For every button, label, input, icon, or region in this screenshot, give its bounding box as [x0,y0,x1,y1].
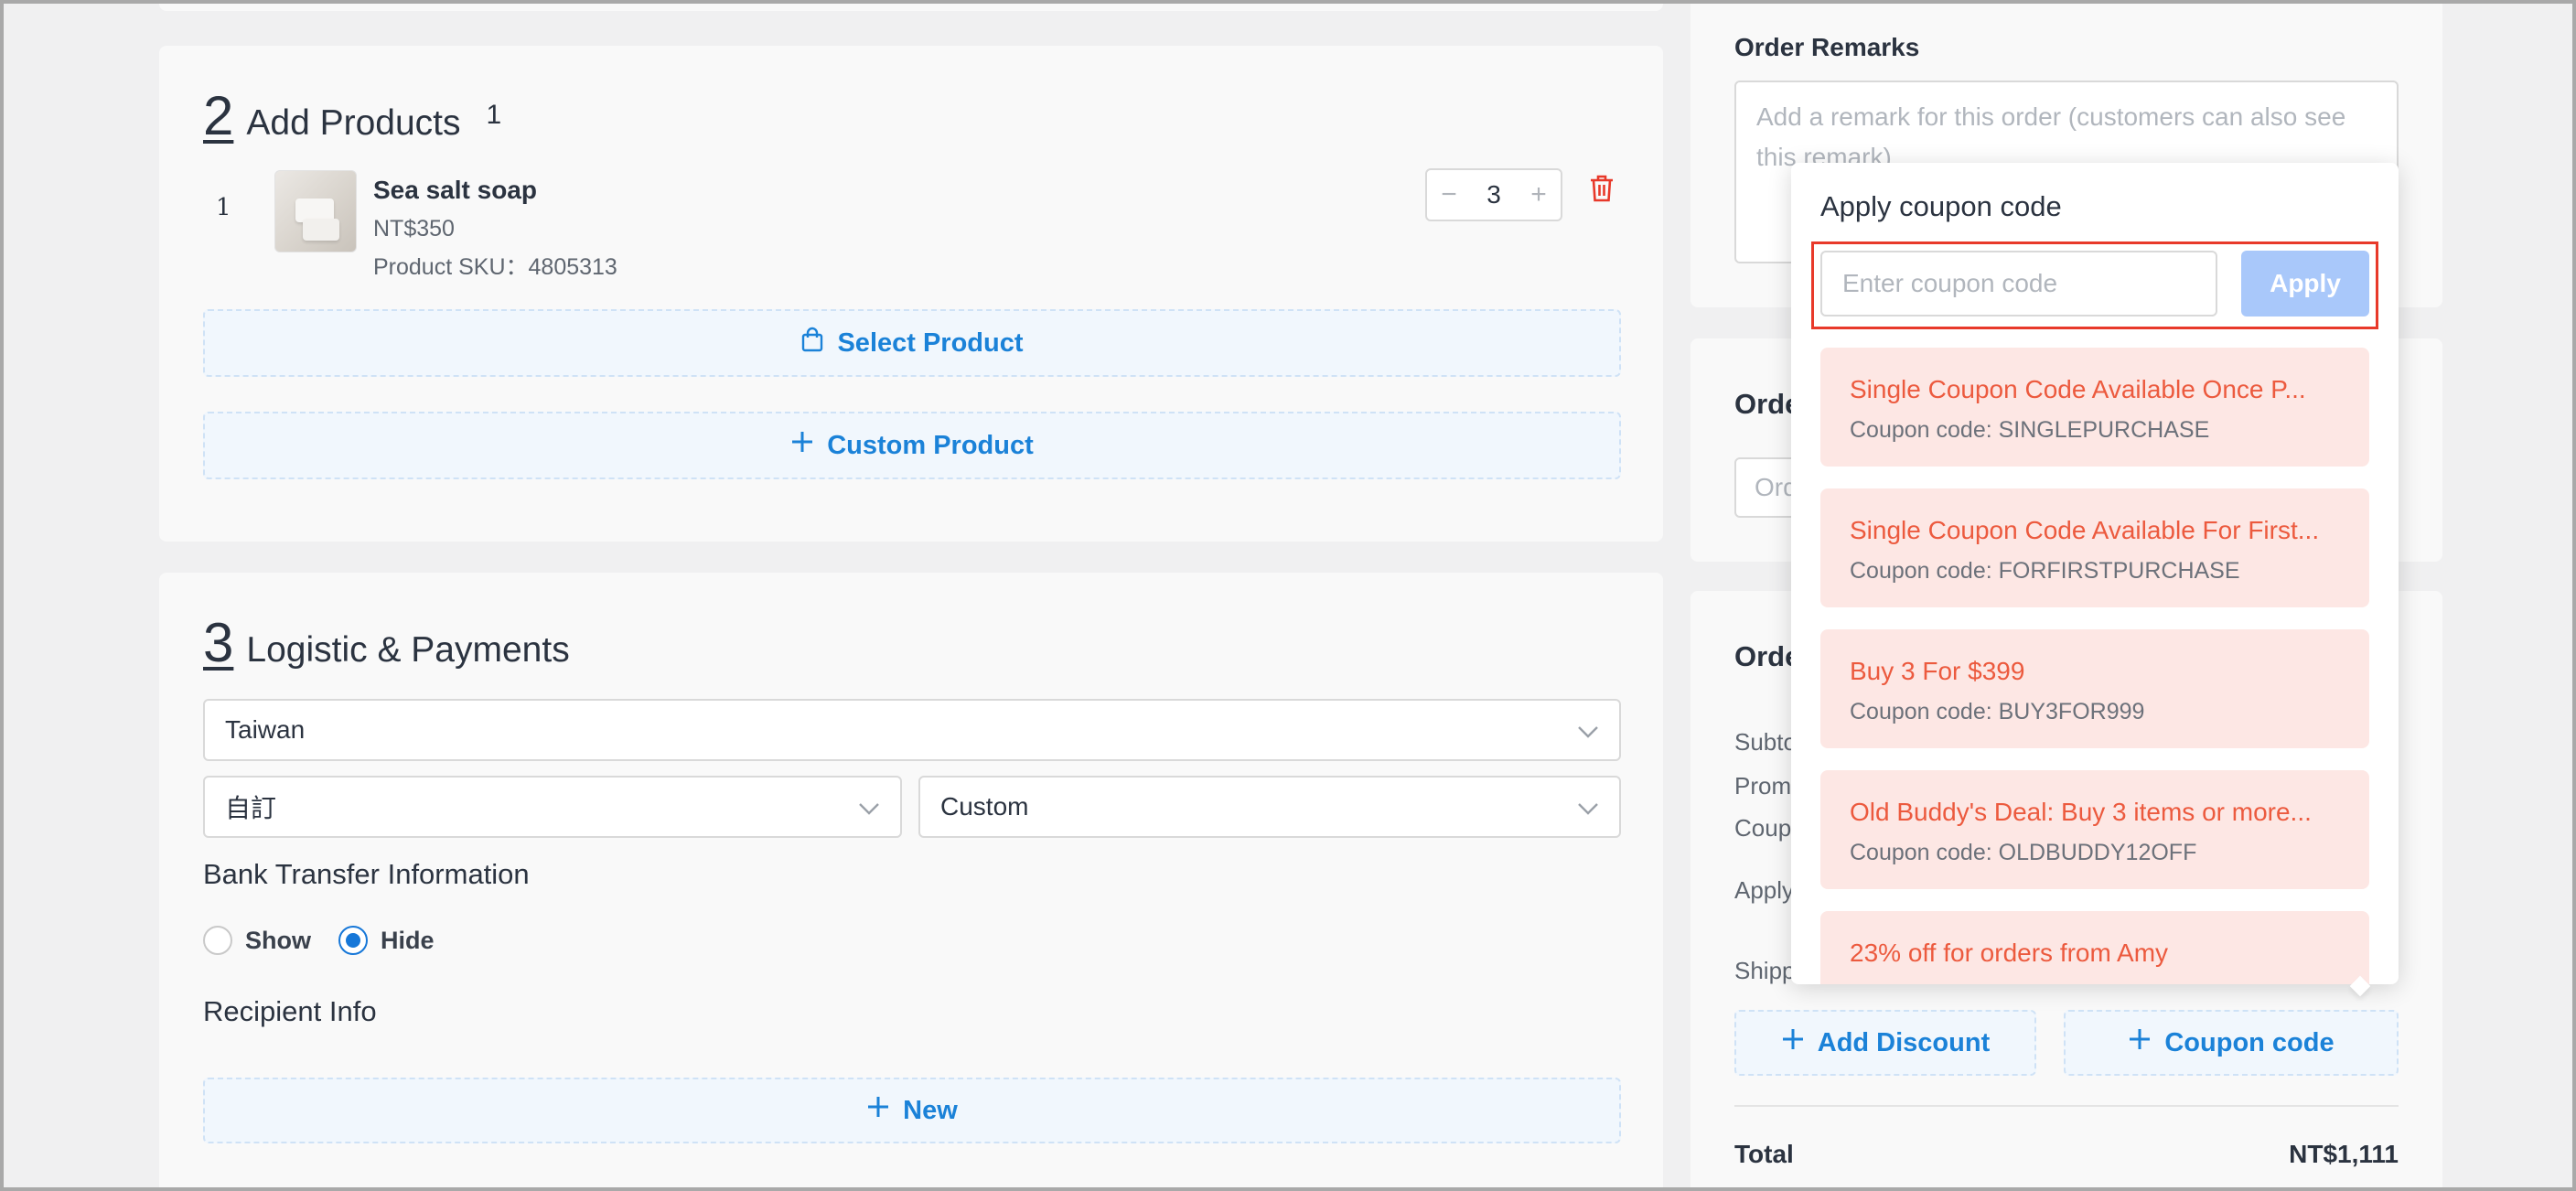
add-discount-label: Add Discount [1817,1027,1991,1057]
coupon-code: Coupon code: BUY3FOR999 [1850,699,2145,724]
product-sku: Product SKU：4805313 [373,254,617,280]
plus-icon [866,1095,890,1126]
coupon-item[interactable]: Buy 3 For $399 Coupon code: BUY3FOR999 [1820,629,2369,748]
payment-method-value: Custom [940,792,1029,821]
step-number: 3 [203,612,234,673]
section-title: Add Products [246,103,461,143]
plus-icon [790,430,814,461]
shopping-bag-icon [800,327,824,359]
product-name: Sea salt soap [373,176,537,204]
delete-icon[interactable] [1588,174,1615,208]
bank-transfer-options: Show Hide [203,926,435,955]
product-index: 1 [216,194,231,221]
total-value: NT$1,111 [2289,1140,2399,1168]
show-radio-label[interactable]: Show [245,927,311,955]
apply-coupon-popover: Apply coupon code Enter coupon code Appl… [1791,163,2399,984]
apply-button[interactable]: Apply [2241,251,2369,317]
coupon-item[interactable]: 23% off for orders from Amy [1820,911,2369,984]
recipient-info-title: Recipient Info [203,995,377,1027]
coupon-input-placeholder: Enter coupon code [1842,269,2058,297]
logistics-header: 3 Logistic & Payments [203,611,570,674]
summary-row-promotion: Prom [1734,772,1792,799]
country-select[interactable]: Taiwan [203,699,1621,761]
payment-method-select[interactable]: Custom [918,776,1621,838]
new-recipient-button[interactable]: New [203,1078,1621,1143]
product-thumbnail [274,170,357,252]
shipping-method-value: 自訂 [225,794,277,822]
coupon-code-input[interactable]: Enter coupon code [1820,251,2217,317]
quantity-value[interactable]: 3 [1487,180,1501,209]
step-number: 2 [203,85,234,146]
new-recipient-label: New [903,1095,958,1125]
chevron-down-icon [1577,792,1599,821]
hide-radio-label[interactable]: Hide [381,927,435,955]
coupon-code-label: Coupon code [2164,1027,2334,1057]
show-radio[interactable] [203,926,232,955]
hide-radio[interactable] [338,926,368,955]
chevron-down-icon [1577,715,1599,745]
add-products-card: 2 Add Products 1 1 Sea salt soap NT$350 … [159,46,1663,542]
coupon-title: Single Coupon Code Available Once P... [1850,375,2306,403]
order-remarks-title: Order Remarks [1734,33,1920,61]
shipping-method-select[interactable]: 自訂 [203,776,902,838]
quantity-stepper: − 3 + [1425,168,1562,221]
coupon-code: Coupon code: OLDBUDDY12OFF [1850,840,2197,865]
add-products-header: 2 Add Products 1 [203,84,501,147]
product-count-badge: 1 [486,100,502,130]
coupon-code-button[interactable]: Coupon code [2064,1010,2399,1076]
bank-transfer-title: Bank Transfer Information [203,858,530,890]
summary-divider [1734,1105,2399,1107]
custom-product-button[interactable]: Custom Product [203,412,1621,479]
select-product-button[interactable]: Select Product [203,309,1621,377]
apply-button-label: Apply [2270,269,2341,297]
plus-icon [2128,1027,2152,1058]
section-title: Logistic & Payments [246,630,570,670]
plus-icon [1781,1027,1805,1058]
chevron-down-icon [858,792,880,821]
summary-row-applied: Apply [1734,876,1795,904]
coupon-title: Single Coupon Code Available For First..… [1850,516,2320,544]
product-price: NT$350 [373,216,455,241]
coupon-item[interactable]: Old Buddy's Deal: Buy 3 items or more...… [1820,770,2369,889]
coupon-item[interactable]: Single Coupon Code Available For First..… [1820,488,2369,607]
coupon-title: Buy 3 For $399 [1850,657,2025,685]
logistics-card: 3 Logistic & Payments Taiwan 自訂 Custom B… [159,573,1663,1191]
coupon-title: Old Buddy's Deal: Buy 3 items or more... [1850,798,2312,826]
previous-section-card [159,0,1663,11]
summary-row-subtotal: Subto [1734,728,1797,756]
coupon-code: Coupon code: SINGLEPURCHASE [1850,417,2210,443]
country-value: Taiwan [225,715,306,744]
summary-row-shipping: Shipp [1734,957,1796,984]
custom-product-label: Custom Product [827,430,1034,460]
select-product-label: Select Product [837,327,1024,358]
coupon-title: 23% off for orders from Amy [1850,939,2169,967]
increase-button[interactable]: + [1526,179,1551,210]
summary-row-coupon: Coup [1734,814,1792,842]
total-label: Total [1734,1140,1794,1168]
decrease-button[interactable]: − [1436,179,1462,210]
add-discount-button[interactable]: Add Discount [1734,1010,2036,1076]
coupon-code: Coupon code: FORFIRSTPURCHASE [1850,558,2240,584]
popover-title: Apply coupon code [1820,190,2062,222]
coupon-item[interactable]: Single Coupon Code Available Once P... C… [1820,348,2369,467]
